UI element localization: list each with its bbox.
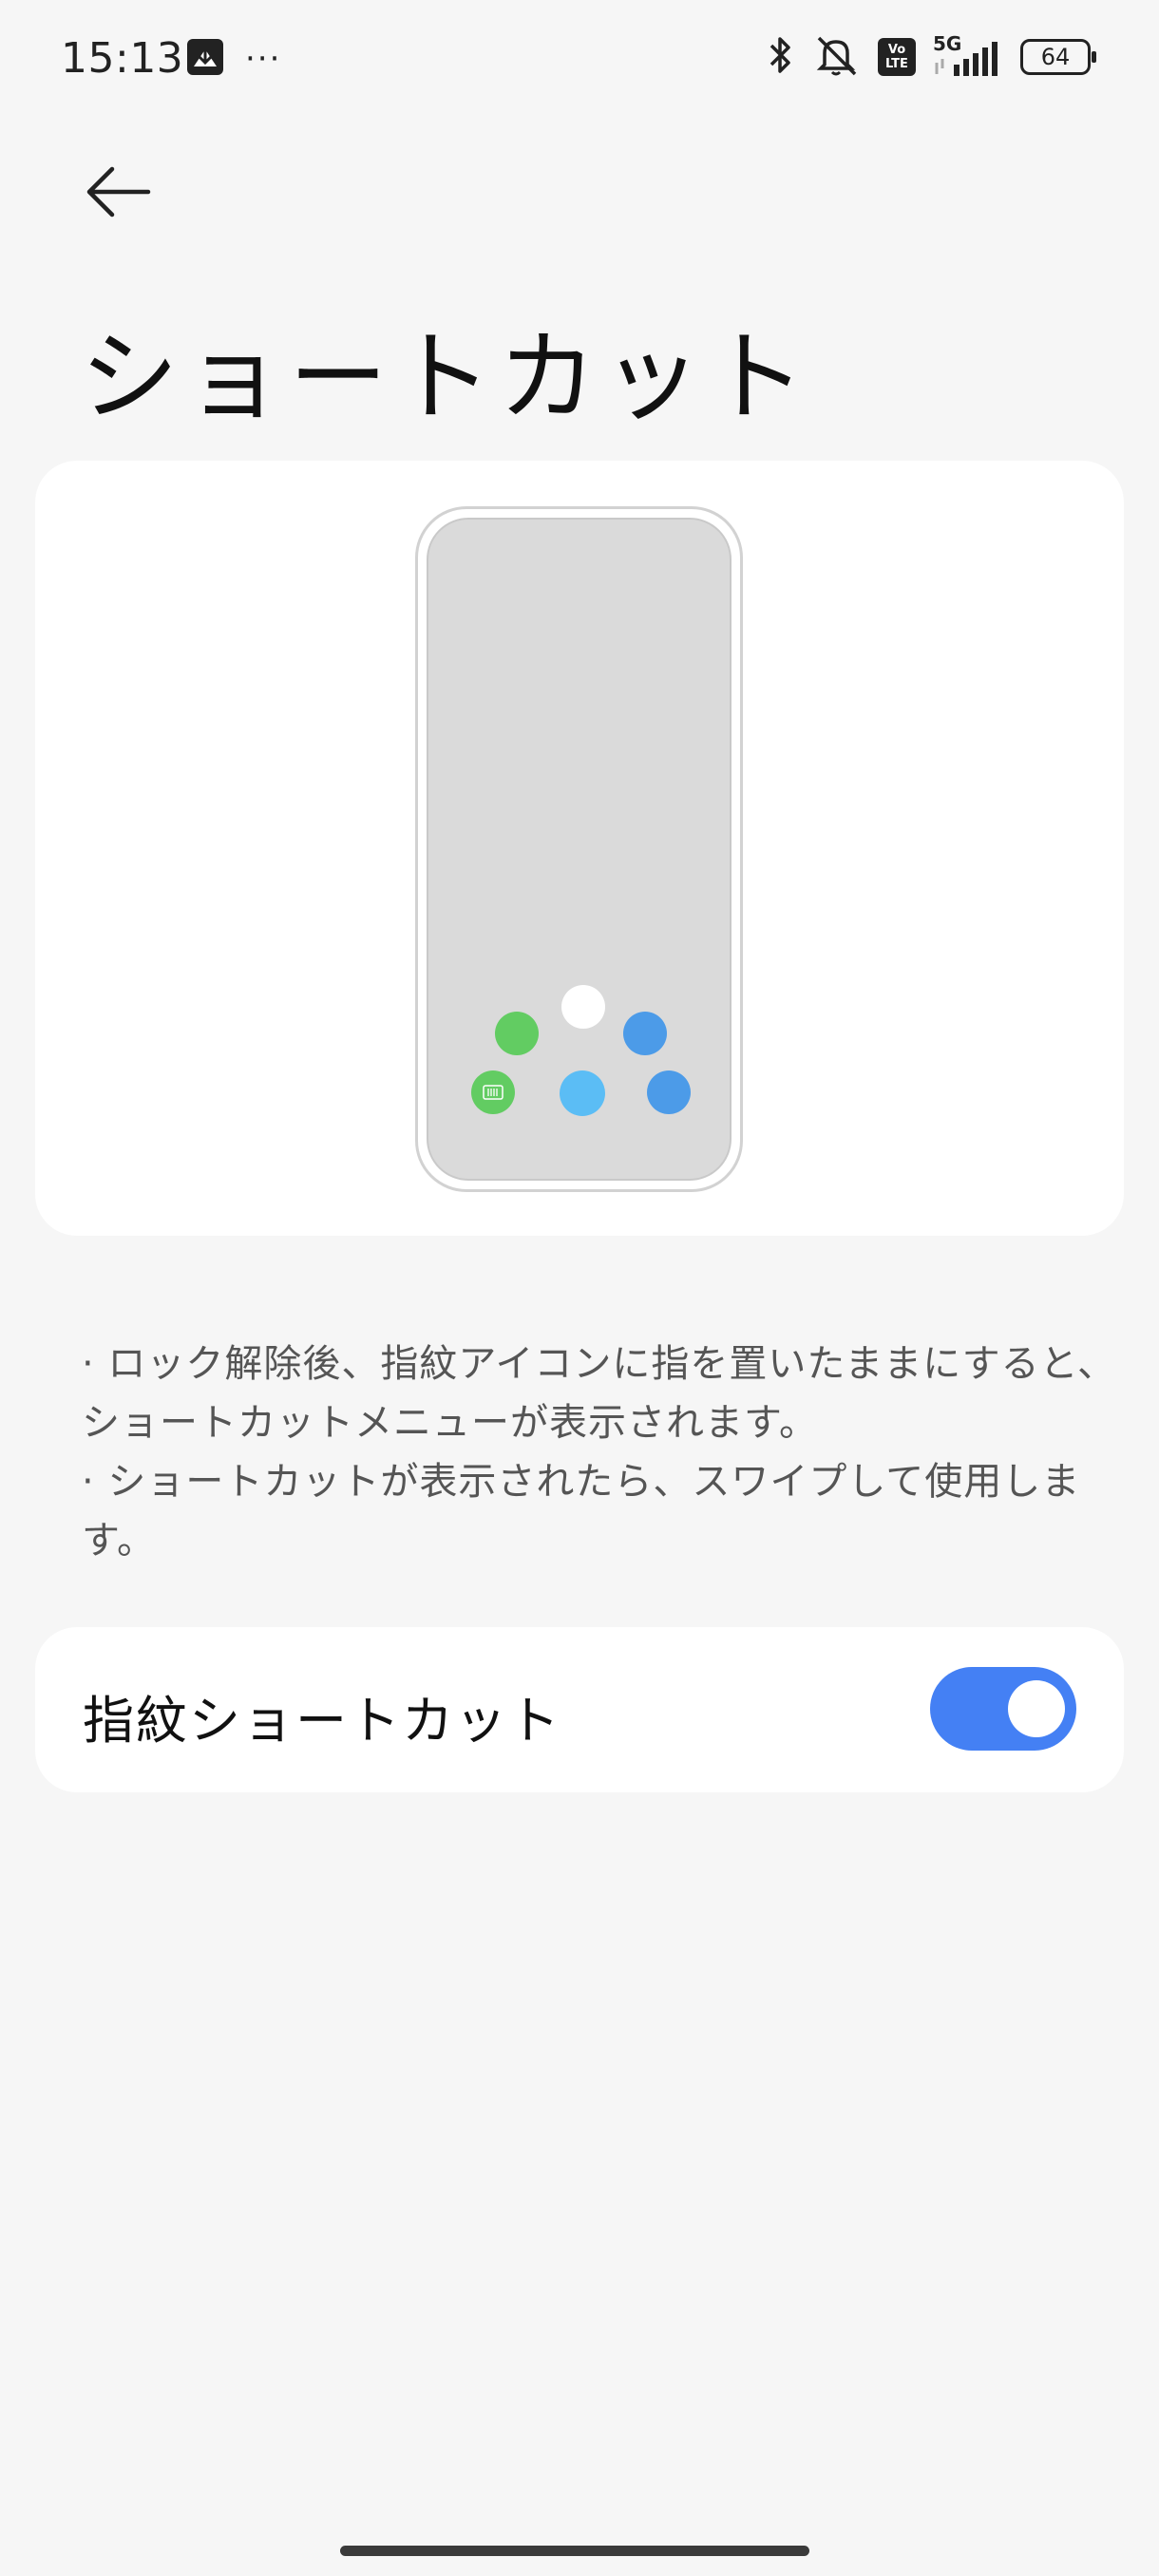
volte-bottom: LTE xyxy=(885,57,908,71)
status-bar: 15:13 ··· Vo LTE 5G 64 xyxy=(0,0,1159,122)
shortcut-dot-top xyxy=(561,985,605,1029)
illustration-card xyxy=(35,461,1124,1236)
phone-illustration xyxy=(415,506,743,1192)
description: · ロック解除後、指紋アイコンに指を置いたままにすると、ショートカットメニューが… xyxy=(82,1335,1136,1570)
gallery-notification-icon xyxy=(186,38,224,80)
shortcut-barcode-icon xyxy=(471,1070,515,1114)
bluetooth-icon xyxy=(766,34,794,80)
toggle-knob xyxy=(1008,1680,1065,1737)
battery-level: 64 xyxy=(1040,44,1071,70)
description-line-2: · ショートカットが表示されたら、スワイプして使用します。 xyxy=(82,1460,1081,1563)
mute-bell-icon xyxy=(811,34,861,80)
more-notifications-icon: ··· xyxy=(245,40,282,78)
page-title: ショートカット xyxy=(80,319,812,435)
back-arrow-icon xyxy=(86,166,151,218)
back-button[interactable] xyxy=(68,142,167,241)
home-indicator[interactable] xyxy=(340,2546,809,2556)
shortcut-dot-blue xyxy=(623,1012,667,1055)
battery-icon: 64 xyxy=(1020,39,1096,75)
shortcut-dot-blue-right xyxy=(647,1070,691,1114)
volte-top: Vo xyxy=(887,43,906,57)
volte-icon: Vo LTE xyxy=(878,38,916,76)
shortcut-dot-green xyxy=(495,1012,539,1055)
fingerprint-dot xyxy=(560,1070,605,1116)
fingerprint-shortcut-toggle[interactable] xyxy=(930,1667,1076,1751)
fingerprint-shortcut-row[interactable]: 指紋ショートカット xyxy=(35,1627,1124,1792)
status-time: 15:13 xyxy=(61,34,184,83)
description-line-1: · ロック解除後、指紋アイコンに指を置いたままにすると、ショートカットメニューが… xyxy=(82,1342,1117,1445)
signal-icon: 5G xyxy=(933,32,1003,78)
phone-screen xyxy=(427,518,732,1181)
fingerprint-shortcut-label: 指紋ショートカット xyxy=(83,1691,561,1751)
